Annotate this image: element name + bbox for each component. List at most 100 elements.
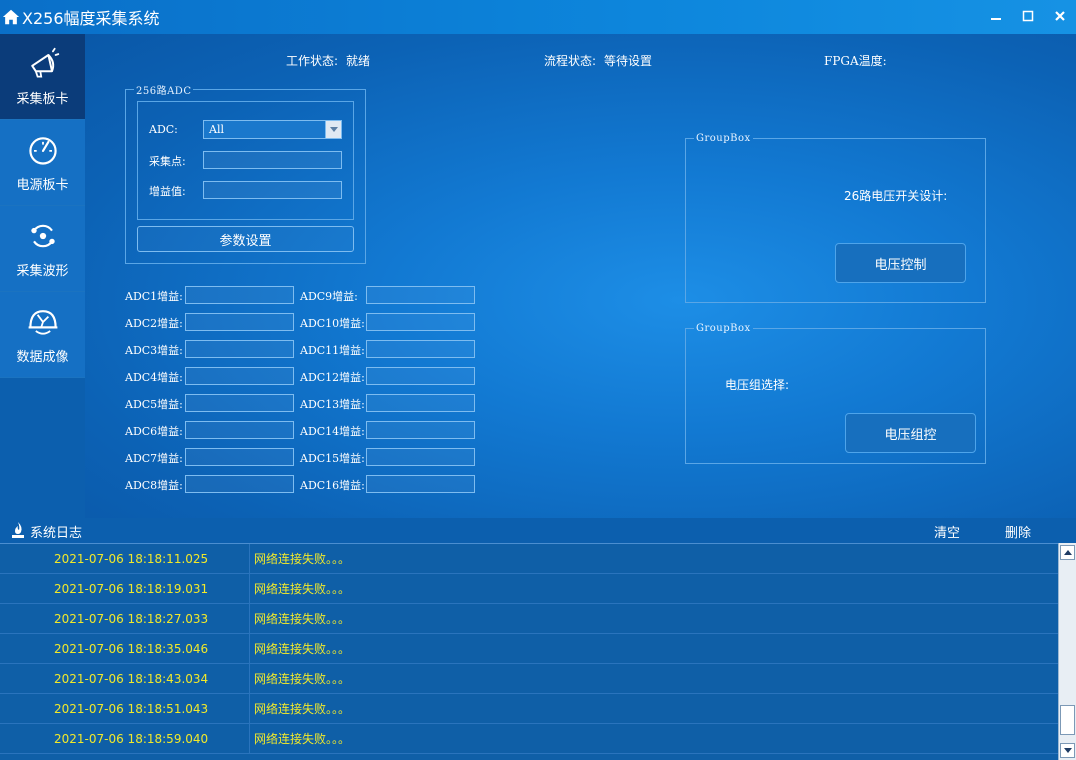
log-time-cell: 2021-07-06 18:18:11.025 <box>0 544 250 574</box>
voltage-group-select-label: 电压组选择: <box>725 378 790 392</box>
sidebar-item-acquisition-board[interactable]: 采集板卡 <box>0 34 85 120</box>
fpga-temperature-label: FPGA温度: <box>824 54 887 68</box>
adc-gain-label: ADC11增益: <box>300 344 365 357</box>
maximize-button[interactable] <box>1012 0 1044 32</box>
system-log-header: 系统日志 清空 删除 <box>0 518 1076 543</box>
adc-gain-input[interactable] <box>366 367 475 385</box>
clear-log-button[interactable]: 清空 <box>934 522 960 541</box>
gauge-icon <box>28 137 57 165</box>
table-row[interactable]: 2021-07-06 18:18:43.034 网络连接失败。。。 <box>0 664 1058 694</box>
table-row[interactable]: 2021-07-06 18:18:11.025 网络连接失败。。。 <box>0 544 1058 574</box>
sidebar-item-imaging[interactable]: 数据成像 <box>0 292 85 378</box>
sidebar-item-waveform[interactable]: 采集波形 <box>0 206 85 292</box>
work-status: 工作状态: 就绪 <box>286 52 370 69</box>
minimize-icon <box>991 18 1001 20</box>
adc-gain-label: ADC2增益: <box>125 317 183 330</box>
fpga-temperature: FPGA温度: <box>824 52 895 69</box>
adc-gain-input[interactable] <box>185 421 294 439</box>
adc-gain-label: ADC3增益: <box>125 344 183 357</box>
scrollbar-thumb[interactable] <box>1060 705 1075 735</box>
flow-status-value: 等待设置 <box>604 54 653 68</box>
parameter-settings-button[interactable]: 参数设置 <box>137 226 354 252</box>
gain-value-label: 增益值: <box>149 185 186 198</box>
log-message-cell: 网络连接失败。。。 <box>254 642 351 656</box>
scroll-up-icon[interactable] <box>1060 545 1075 560</box>
log-message-cell: 网络连接失败。。。 <box>254 612 351 626</box>
log-time-cell: 2021-07-06 18:18:43.034 <box>0 664 250 694</box>
log-scrollbar[interactable] <box>1058 543 1076 760</box>
delete-log-button[interactable]: 删除 <box>1005 522 1031 541</box>
table-row[interactable]: 2021-07-06 18:18:27.033 网络连接失败。。。 <box>0 604 1058 634</box>
status-bar: 工作状态: 就绪 流程状态: 等待设置 FPGA温度: <box>85 52 1076 70</box>
sidebar-item-power-board[interactable]: 电源板卡 <box>0 120 85 206</box>
flame-icon <box>12 522 24 538</box>
sidebar-item-label: 电源板卡 <box>16 178 69 193</box>
adc-gain-input[interactable] <box>185 340 294 358</box>
table-row[interactable]: 2021-07-06 18:18:59.040 网络连接失败。。。 <box>0 724 1058 754</box>
window-title: X256幅度采集系统 <box>22 9 160 28</box>
table-row[interactable]: 2021-07-06 18:18:19.031 网络连接失败。。。 <box>0 574 1058 604</box>
title-bar: X256幅度采集系统 <box>0 0 1076 34</box>
log-message-cell: 网络连接失败。。。 <box>254 582 351 596</box>
table-row[interactable]: 2021-07-06 18:18:35.046 网络连接失败。。。 <box>0 634 1058 664</box>
adc-gain-label: ADC5增益: <box>125 398 183 411</box>
adc-gain-input[interactable] <box>366 286 475 304</box>
sidebar-item-label: 采集波形 <box>16 264 69 279</box>
cycle-icon <box>30 224 55 248</box>
log-message-cell: 网络连接失败。。。 <box>254 702 351 716</box>
adc-gain-label: ADC12增益: <box>300 371 365 384</box>
log-time-cell: 2021-07-06 18:18:51.043 <box>0 694 250 724</box>
adc-gain-label: ADC15增益: <box>300 452 365 465</box>
adc-gain-label: ADC14增益: <box>300 425 365 438</box>
close-icon <box>1055 11 1065 21</box>
adc-gain-label: ADC4增益: <box>125 371 183 384</box>
sidebar: 采集板卡 电源板卡 采集波形 数据成像 <box>0 34 85 518</box>
adc-gain-label: ADC16增益: <box>300 479 365 492</box>
adc-gain-input[interactable] <box>366 394 475 412</box>
log-time-cell: 2021-07-06 18:18:59.040 <box>0 724 250 754</box>
minimize-button[interactable] <box>980 0 1012 32</box>
adc-select[interactable]: All <box>203 120 342 139</box>
adc-gain-input[interactable] <box>185 475 294 493</box>
table-row[interactable]: 2021-07-06 18:18:51.043 网络连接失败。。。 <box>0 694 1058 724</box>
adc-gain-input[interactable] <box>185 286 294 304</box>
adc-gain-input[interactable] <box>366 313 475 331</box>
voltage-switch-groupbox-legend: GroupBox <box>696 133 751 144</box>
adc-gain-label: ADC1增益: <box>125 290 183 303</box>
megaphone-icon <box>30 47 59 78</box>
adc-gain-input[interactable] <box>366 421 475 439</box>
voltage-group-groupbox-legend: GroupBox <box>696 323 751 334</box>
scroll-down-icon[interactable] <box>1060 743 1075 758</box>
work-status-label: 工作状态: <box>286 54 339 68</box>
sample-points-label: 采集点: <box>149 155 186 168</box>
adc-gain-input[interactable] <box>366 475 475 493</box>
adc-gain-label: ADC9增益: <box>300 290 358 303</box>
close-button[interactable] <box>1044 0 1076 32</box>
sample-points-input[interactable] <box>203 151 342 169</box>
main-panel: 工作状态: 就绪 流程状态: 等待设置 FPGA温度: 256路ADC ADC: A… <box>85 34 1076 518</box>
adc-gain-input[interactable] <box>185 367 294 385</box>
helmet-icon <box>28 310 57 335</box>
adc-groupbox-legend: 256路ADC <box>136 86 192 97</box>
flow-status: 流程状态: 等待设置 <box>544 52 652 69</box>
adc-gain-input[interactable] <box>185 313 294 331</box>
log-message-cell: 网络连接失败。。。 <box>254 732 351 746</box>
log-time-cell: 2021-07-06 18:18:19.031 <box>0 574 250 604</box>
voltage-control-button[interactable]: 电压控制 <box>835 243 966 283</box>
system-log-title: 系统日志 <box>30 526 83 541</box>
voltage-switch-design-label: 26路电压开关设计: <box>844 189 948 203</box>
work-status-value: 就绪 <box>346 54 371 68</box>
adc-gain-label: ADC6增益: <box>125 425 183 438</box>
gain-value-input[interactable] <box>203 181 342 199</box>
log-table: 2021-07-06 18:18:11.025 网络连接失败。。。 2021-0… <box>0 543 1058 760</box>
adc-gain-input[interactable] <box>185 448 294 466</box>
adc-gain-input[interactable] <box>366 448 475 466</box>
adc-gain-label: ADC8增益: <box>125 479 183 492</box>
adc-gain-input[interactable] <box>185 394 294 412</box>
adc-gain-input[interactable] <box>366 340 475 358</box>
adc-gain-label: ADC7增益: <box>125 452 183 465</box>
voltage-group-control-button[interactable]: 电压组控 <box>845 413 976 453</box>
adc-gain-label: ADC13增益: <box>300 398 365 411</box>
home-icon <box>2 9 20 25</box>
chevron-down-icon[interactable] <box>325 121 341 138</box>
